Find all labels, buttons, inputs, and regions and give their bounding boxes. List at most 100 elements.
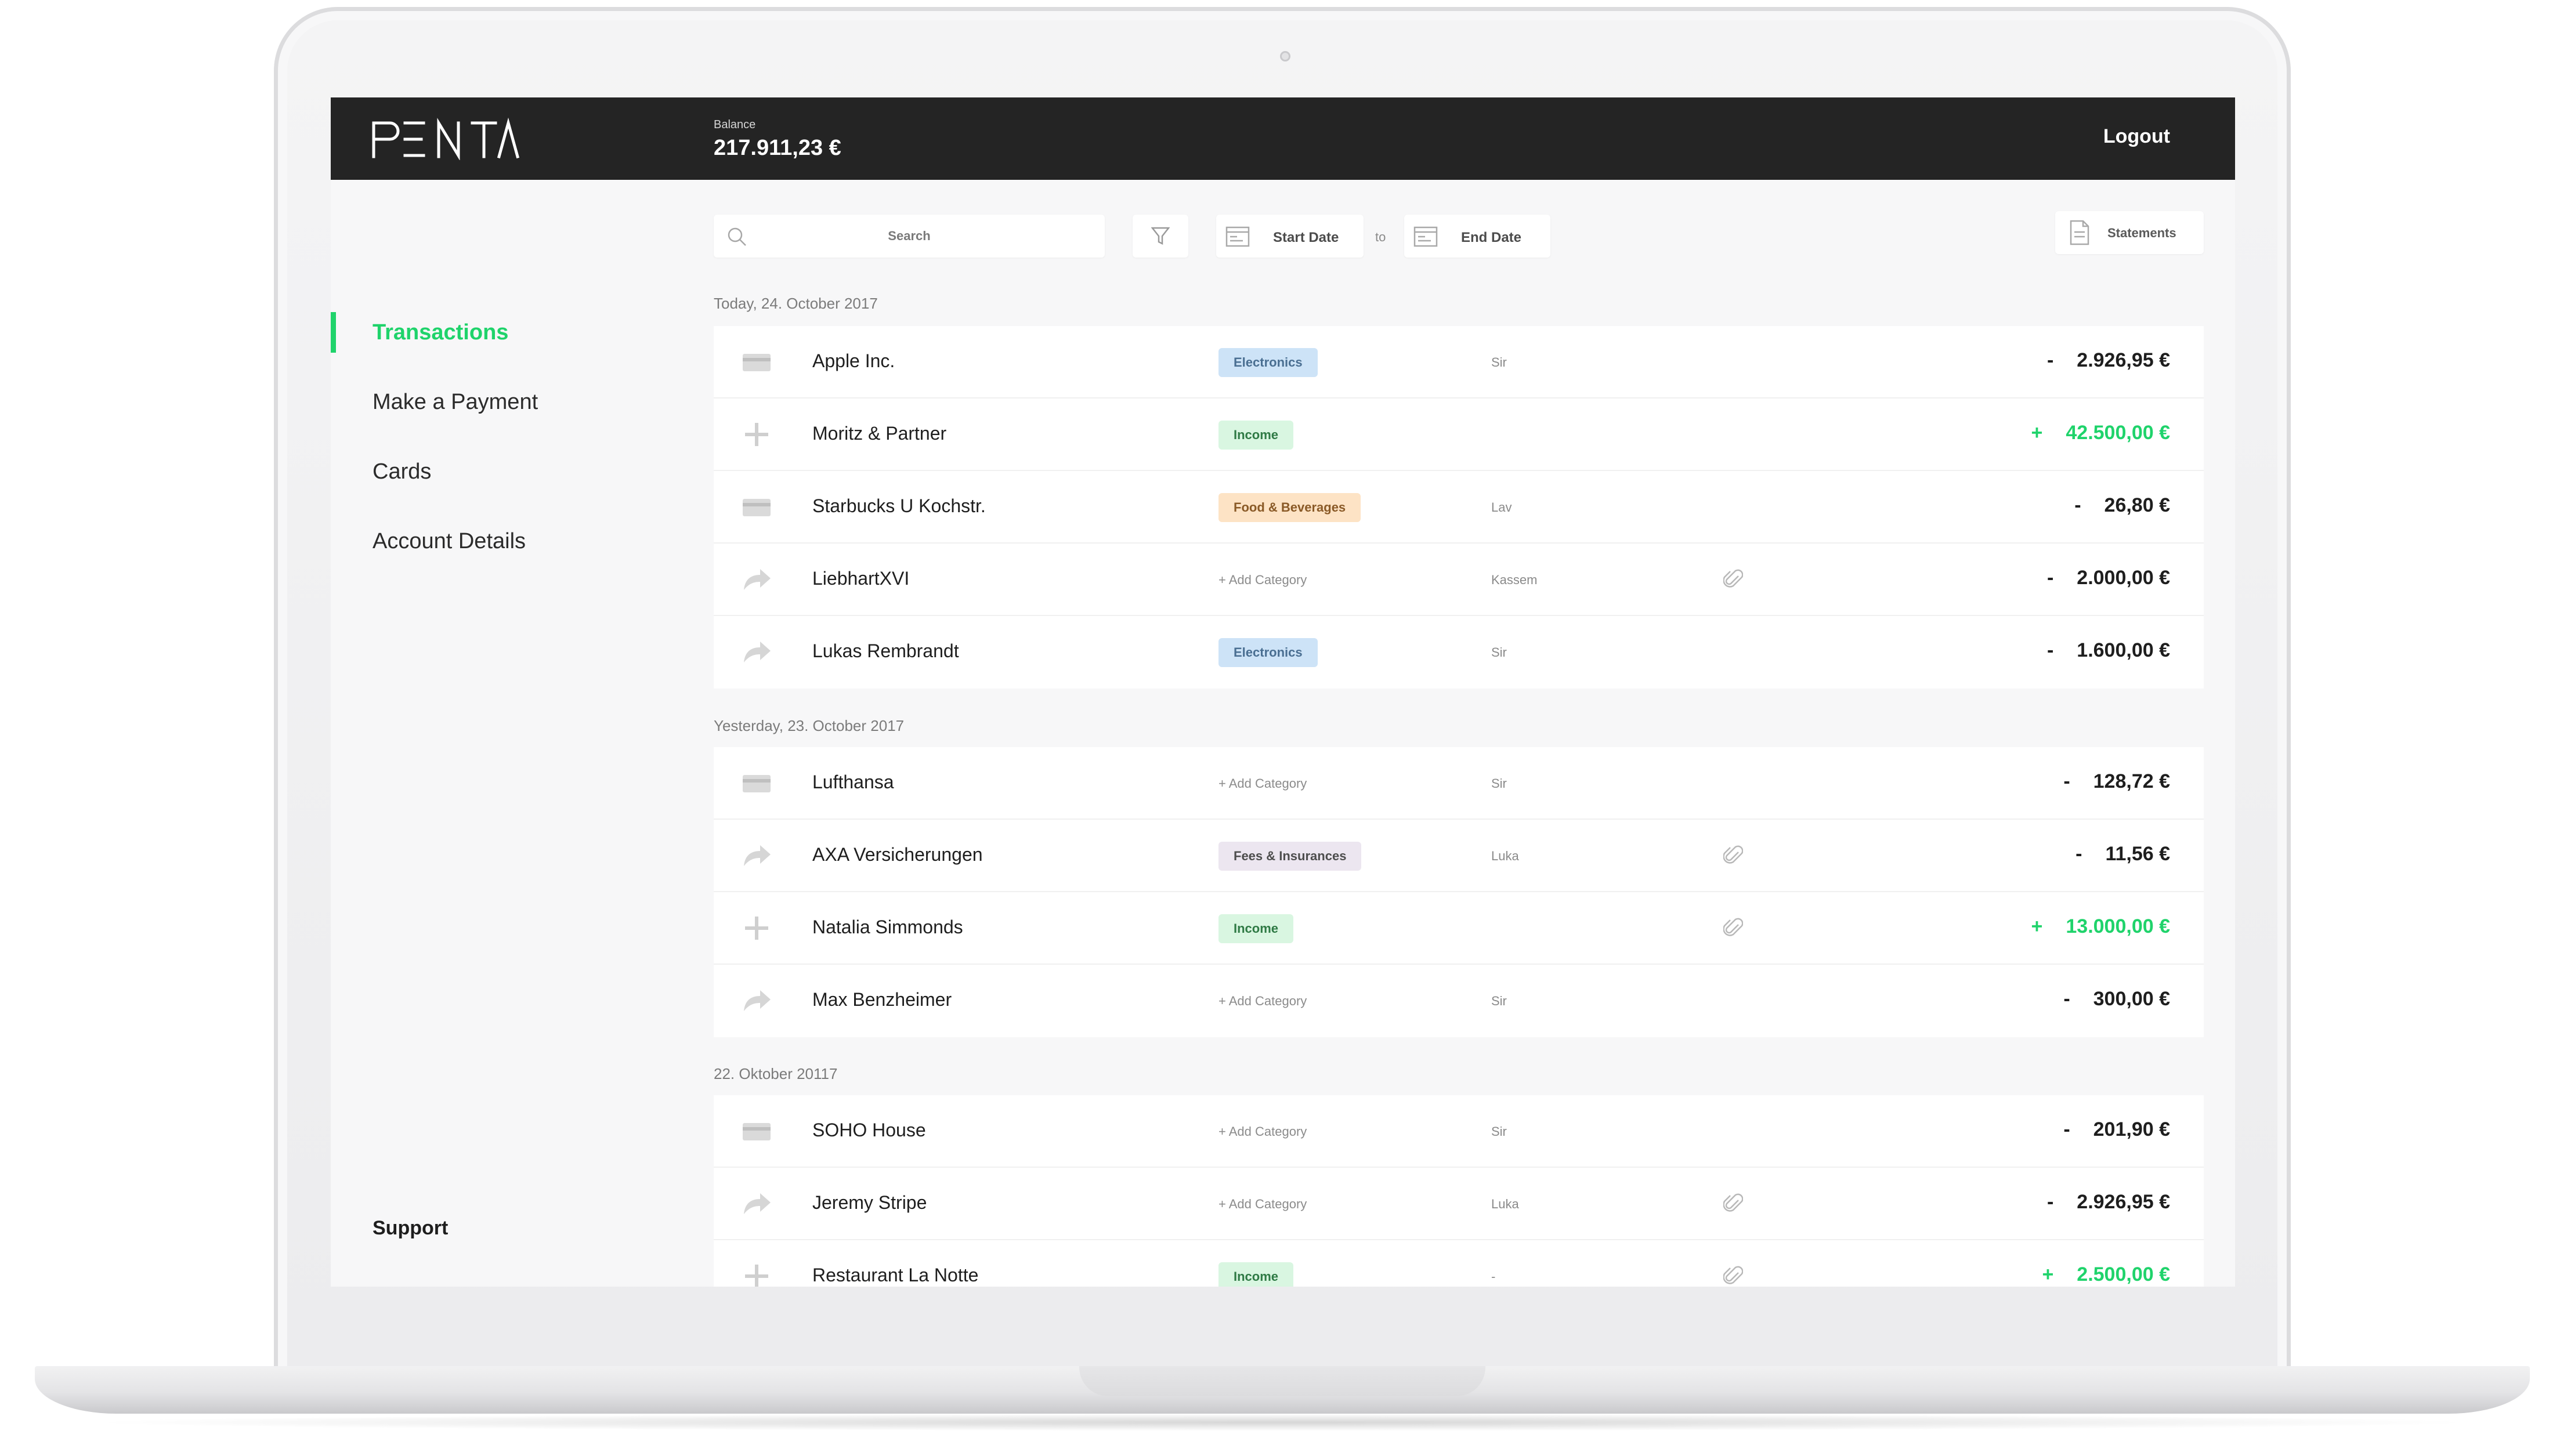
amount-value: 300,00 € (2093, 988, 2170, 1010)
top-bar: Balance 217.911,23 € Logout (331, 97, 2235, 180)
transaction-row[interactable]: Lufthansa + Add Category Sir - 128,72 € (714, 747, 2204, 820)
sidebar-item-make-a-payment[interactable]: Make a Payment (373, 390, 538, 415)
transaction-person: Sir (1491, 645, 1507, 660)
transaction-row[interactable]: Natalia Simmonds Income +13.000,00 € (714, 892, 2204, 965)
transaction-amount: - 26,80 € (2074, 494, 2170, 517)
transfer-arrow-icon (742, 843, 772, 868)
document-icon (2070, 220, 2089, 245)
add-category-link[interactable]: + Add Category (1218, 776, 1307, 791)
paperclip-icon[interactable] (1723, 1265, 1744, 1287)
statements-label: Statements (2107, 226, 2176, 240)
transaction-group: SOHO House + Add Category Sir - 201,90 € Jere… (714, 1095, 2204, 1287)
transaction-person: - (1491, 1269, 1496, 1284)
amount-value: 128,72 € (2093, 770, 2170, 792)
card-icon (742, 349, 772, 375)
sidebar-item-account-details[interactable]: Account Details (373, 529, 526, 554)
transaction-amount: +42.500,00 € (2031, 422, 2170, 444)
active-nav-indicator (331, 312, 336, 353)
add-category-link[interactable]: + Add Category (1218, 1124, 1307, 1139)
transaction-person: Luka (1491, 1197, 1519, 1211)
amount-sign: - (2074, 494, 2081, 516)
date-group-header: Yesterday, 23. October 2017 (714, 717, 905, 734)
sidebar-item-transactions[interactable]: Transactions (373, 320, 508, 345)
transaction-person: Sir (1491, 776, 1507, 791)
transaction-person: Luka (1491, 849, 1519, 863)
transaction-row[interactable]: Jeremy Stripe + Add Category Luka - 2.926,95… (714, 1168, 2204, 1240)
amount-sign: + (2042, 1263, 2054, 1285)
transaction-amount: - 1.600,00 € (2047, 639, 2170, 662)
transfer-arrow-icon (742, 567, 772, 592)
laptop-notch (1079, 1366, 1485, 1396)
paperclip-icon[interactable] (1723, 917, 1744, 940)
amount-value: 2.926,95 € (2077, 349, 2170, 371)
paperclip-icon[interactable] (1723, 568, 1744, 591)
paperclip-icon[interactable] (1723, 844, 1744, 867)
transaction-group: Lufthansa + Add Category Sir - 128,72 € AXA V… (714, 747, 2204, 1037)
transaction-amount: +13.000,00 € (2031, 915, 2170, 938)
filter-button[interactable] (1133, 215, 1188, 258)
amount-sign: - (2063, 770, 2070, 792)
category-tag[interactable]: Income (1218, 1262, 1294, 1287)
category-tag[interactable]: Income (1218, 421, 1294, 450)
transaction-row[interactable]: AXA Versicherungen Fees & Insurances Luka -… (714, 820, 2204, 892)
transaction-amount: - 128,72 € (2063, 770, 2170, 793)
transaction-row[interactable]: Restaurant La Notte Income - +2.500,00 € (714, 1240, 2204, 1287)
transaction-amount: - 300,00 € (2063, 988, 2170, 1010)
end-date-button[interactable]: End Date (1404, 215, 1550, 258)
end-date-label: End Date (1461, 230, 1522, 245)
transaction-amount: - 2.926,95 € (2047, 349, 2170, 372)
transaction-name: Lufthansa (812, 772, 894, 792)
paperclip-icon[interactable] (1723, 1192, 1744, 1215)
filter-icon (1151, 227, 1170, 245)
plus-icon (742, 1263, 772, 1287)
transaction-name: Apple Inc. (812, 350, 895, 371)
add-category-link[interactable]: + Add Category (1218, 994, 1307, 1009)
plus-icon (742, 422, 772, 447)
amount-sign: - (2046, 349, 2054, 371)
amount-value: 13.000,00 € (2066, 915, 2170, 937)
transaction-name: Natalia Simmonds (812, 917, 963, 937)
transaction-row[interactable]: LiebhartXVI + Add Category Kassem - 2.000,00… (714, 544, 2204, 616)
transaction-row[interactable]: Moritz & Partner Income +42.500,00 € (714, 399, 2204, 471)
transaction-name: Max Benzheimer (812, 989, 952, 1010)
add-category-link[interactable]: + Add Category (1218, 1197, 1307, 1212)
logout-button[interactable]: Logout (2103, 125, 2170, 148)
calendar-icon (1413, 226, 1438, 247)
transaction-amount: +2.500,00 € (2042, 1263, 2170, 1286)
transaction-row[interactable]: Max Benzheimer + Add Category Sir - 300,00 € (714, 965, 2204, 1037)
transaction-name: Restaurant La Notte (812, 1265, 979, 1285)
start-date-label: Start Date (1273, 230, 1339, 245)
transaction-group: Apple Inc. Electronics Sir - 2.926,95 € Morit… (714, 326, 2204, 689)
category-tag[interactable]: Electronics (1218, 348, 1318, 377)
category-tag[interactable]: Income (1218, 914, 1294, 943)
transaction-amount: - 11,56 € (2076, 843, 2170, 865)
transaction-person: Sir (1491, 355, 1507, 370)
start-date-button[interactable]: Start Date (1216, 215, 1364, 258)
card-icon (742, 494, 772, 520)
calendar-icon (1225, 226, 1250, 247)
add-category-link[interactable]: + Add Category (1218, 573, 1307, 588)
search-input[interactable]: Search (714, 215, 1105, 258)
sidebar: Transactions Make a Payment Cards Accoun… (331, 180, 714, 1287)
amount-sign: - (2063, 1118, 2070, 1140)
transfer-arrow-icon (742, 639, 772, 665)
amount-value: 201,90 € (2093, 1118, 2170, 1140)
statements-button[interactable]: Statements (2055, 211, 2204, 254)
app-screen: Balance 217.911,23 € Logout Transactions… (331, 97, 2235, 1287)
transaction-row[interactable]: Apple Inc. Electronics Sir - 2.926,95 € (714, 326, 2204, 399)
support-link[interactable]: Support (373, 1217, 448, 1240)
sidebar-item-cards[interactable]: Cards (373, 459, 431, 484)
transaction-row[interactable]: Lukas Rembrandt Electronics Sir - 1.600,00 € (714, 616, 2204, 689)
category-tag[interactable]: Food & Beverages (1218, 493, 1361, 522)
card-icon (742, 770, 772, 796)
amount-value: 2.926,95 € (2077, 1191, 2170, 1213)
amount-sign: + (2031, 915, 2043, 937)
transaction-row[interactable]: Starbucks U Kochstr. Food & Beverages Lav -… (714, 471, 2204, 544)
date-separator: to (1375, 230, 1386, 244)
transaction-row[interactable]: SOHO House + Add Category Sir - 201,90 € (714, 1095, 2204, 1168)
category-tag[interactable]: Fees & Insurances (1218, 842, 1362, 871)
transaction-person: Sir (1491, 994, 1507, 1008)
transaction-person: Sir (1491, 1124, 1507, 1139)
category-tag[interactable]: Electronics (1218, 638, 1318, 667)
transaction-name: AXA Versicherungen (812, 844, 983, 865)
